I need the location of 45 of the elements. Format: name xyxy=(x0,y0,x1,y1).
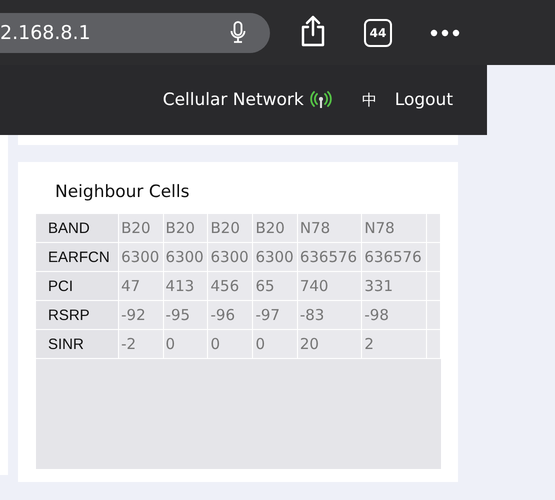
microphone-icon[interactable] xyxy=(230,20,246,44)
table-cell: -2 xyxy=(118,330,164,358)
table-cell: -92 xyxy=(118,300,164,330)
row-header: BAND xyxy=(36,214,119,242)
table-cell: 6300 xyxy=(208,242,253,272)
table-cell: B20 xyxy=(163,214,208,242)
table-cell: -83 xyxy=(297,300,362,330)
signal-icon xyxy=(310,91,332,109)
row-header: PCI xyxy=(36,272,119,300)
table-cell: 20 xyxy=(297,330,362,358)
table-cell: 456 xyxy=(208,272,253,300)
logout-link[interactable]: Logout xyxy=(394,90,453,110)
table-cell: 6300 xyxy=(163,242,208,272)
table-cell: -95 xyxy=(163,300,208,330)
table-cell: 0 xyxy=(252,330,298,358)
table-cell: 47 xyxy=(118,272,164,300)
share-icon[interactable] xyxy=(300,14,326,46)
language-link[interactable]: 中 xyxy=(362,90,377,110)
row-header: EARFCN xyxy=(36,242,119,272)
table-cell: 0 xyxy=(163,330,208,358)
table-cell: 6300 xyxy=(118,242,164,272)
card-title: Neighbour Cells xyxy=(55,182,190,202)
table-cell: 6300 xyxy=(252,242,298,272)
table-cell: B20 xyxy=(118,214,164,242)
table-cell: 636576 xyxy=(362,242,426,272)
table-cell: -96 xyxy=(208,300,253,330)
table-cell: B20 xyxy=(252,214,298,242)
table-cell: 740 xyxy=(297,272,362,300)
table-cell: -98 xyxy=(362,300,426,330)
table-cell: 0 xyxy=(208,330,253,358)
table-cell: B20 xyxy=(208,214,253,242)
table-cell: 413 xyxy=(163,272,208,300)
table-cell: 636576 xyxy=(297,242,362,272)
table-cell: 331 xyxy=(362,272,426,300)
table-cell: 65 xyxy=(252,272,298,300)
network-label: Cellular Network xyxy=(162,90,304,110)
table-cell: 2 xyxy=(362,330,426,358)
table-cell: N78 xyxy=(362,214,426,242)
address-bar[interactable]: 2.168.8.1 xyxy=(0,12,270,52)
row-header: SINR xyxy=(36,330,119,358)
more-icon[interactable] xyxy=(430,28,460,36)
row-header: RSRP xyxy=(36,300,119,330)
table-cell: -97 xyxy=(252,300,298,330)
table-cell: N78 xyxy=(297,214,362,242)
tabs-button[interactable]: 44 xyxy=(364,18,392,46)
